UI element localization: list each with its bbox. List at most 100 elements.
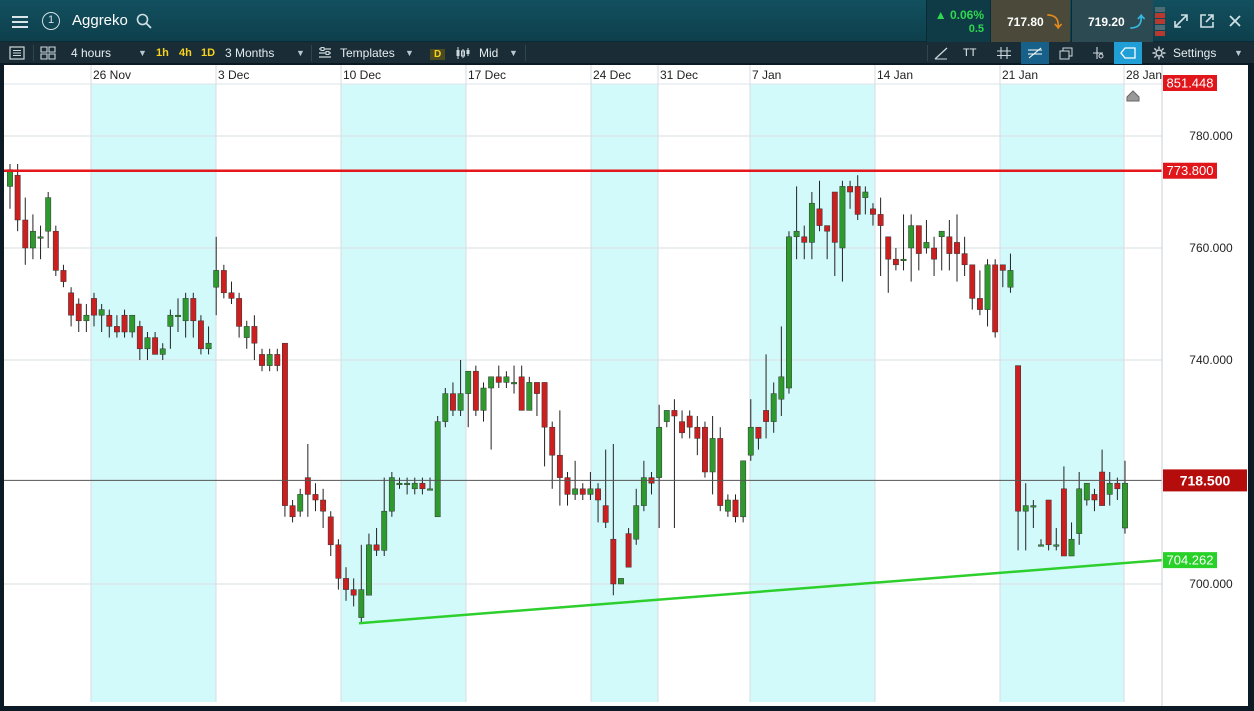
candle-body <box>954 242 960 254</box>
candle-body <box>1022 505 1029 512</box>
candle-body <box>205 342 212 350</box>
text-tool-label: TT <box>963 47 977 59</box>
y-tick-label: 780.000 <box>1189 129 1233 143</box>
buy-arrow-icon: ⤴ <box>1130 14 1146 31</box>
candle-body <box>129 314 136 333</box>
gear-icon[interactable] <box>1152 46 1166 60</box>
candle-body <box>518 376 525 411</box>
candle-body <box>786 236 792 389</box>
instrument-header: 1 Aggreko ▲ 0.06% 0.5 717.80 ⤵ 719.20 ⤴ <box>0 0 1254 42</box>
candle-body <box>1015 365 1022 512</box>
price-type-label: Mid <box>479 46 499 60</box>
x-tick-label: 14 Jan <box>877 68 913 82</box>
candle-body <box>931 247 937 260</box>
price-type-dropdown[interactable]: Mid <box>479 42 498 64</box>
x-tick-label: 3 Dec <box>218 68 249 82</box>
grid-toggle-icon[interactable] <box>996 46 1012 60</box>
candle-body <box>854 186 861 215</box>
candle-body <box>91 298 97 316</box>
footer-strip <box>0 706 1254 711</box>
candle-body <box>182 298 189 322</box>
candle-body <box>136 326 143 350</box>
candle-body <box>770 393 777 422</box>
buy-price-button[interactable]: 719.20 ⤴ <box>1071 0 1153 42</box>
candle-body <box>992 264 999 333</box>
candle-body <box>381 510 388 551</box>
quick-1d-button[interactable]: 1D <box>201 42 215 64</box>
candle-body <box>388 477 395 512</box>
candle-body <box>824 225 831 232</box>
settings-button[interactable]: Settings <box>1173 42 1216 64</box>
candle-body <box>159 348 166 355</box>
candle-body <box>969 264 976 299</box>
drawing-tool-active-button[interactable] <box>1021 42 1049 64</box>
candle-body <box>618 578 624 585</box>
candle-body <box>327 516 334 546</box>
candle-body <box>7 169 13 187</box>
sell-price-button[interactable]: 717.80 ⤵ <box>990 0 1070 42</box>
search-icon[interactable] <box>136 13 152 29</box>
templates-icon[interactable] <box>318 47 332 59</box>
layout-grid-icon[interactable] <box>40 46 56 60</box>
tag-icon <box>1120 47 1136 59</box>
depth-stack-icon[interactable] <box>1155 7 1165 37</box>
expand-icon[interactable] <box>1172 12 1190 30</box>
y-axis-background <box>1162 65 1248 706</box>
instrument-title: Aggreko <box>72 12 128 29</box>
change-percent: ▲ 0.06% <box>934 8 984 22</box>
highlight-band <box>91 84 216 702</box>
price-chart[interactable]: 26 Nov 3 Dec 10 Dec 17 Dec 24 Dec 31 Dec 7 Jan… <box>4 65 1248 706</box>
top-price-tag: 851.448 <box>1167 76 1214 91</box>
candle-body <box>373 544 380 551</box>
d-button[interactable]: D <box>430 46 446 60</box>
candlestick-chart-svg[interactable]: 26 Nov 3 Dec 10 Dec 17 Dec 24 Dec 31 Dec 7 Jan… <box>4 65 1248 706</box>
popout-icon[interactable] <box>1198 12 1216 30</box>
close-icon[interactable] <box>1226 12 1244 30</box>
week-highlight-bands <box>91 84 1124 702</box>
candle-body <box>503 376 510 383</box>
candle-body <box>1030 505 1037 508</box>
candle-body <box>610 538 617 585</box>
candle-body <box>450 393 456 411</box>
candle-body <box>793 230 800 238</box>
range-dropdown[interactable]: 3 Months <box>225 42 274 64</box>
templates-dropdown[interactable]: Templates <box>340 42 395 64</box>
resistance-price-tag: 773.800 <box>1167 163 1214 178</box>
list-icon[interactable] <box>9 46 25 60</box>
line-draw-icon[interactable] <box>933 46 949 60</box>
candle-body <box>472 370 479 411</box>
candle-body <box>549 426 556 456</box>
price-type-caret-icon[interactable]: ▼ <box>509 42 518 64</box>
settings-caret-icon[interactable]: ▼ <box>1234 42 1243 64</box>
candle-body <box>22 219 29 249</box>
change-absolute: 0.5 <box>968 23 984 35</box>
templates-caret-icon[interactable]: ▼ <box>405 42 414 64</box>
candle-body <box>801 236 808 243</box>
quick-4h-button[interactable]: 4h <box>179 42 192 64</box>
crosshair-icon[interactable] <box>1090 46 1106 60</box>
candle-body <box>892 258 899 266</box>
quick-1h-button[interactable]: 1h <box>156 42 169 64</box>
interval-caret-icon[interactable]: ▼ <box>138 42 147 64</box>
layers-icon[interactable] <box>1058 46 1074 60</box>
candle-body <box>1083 482 1090 501</box>
tag-tool-button[interactable] <box>1114 42 1142 64</box>
candle-body <box>1106 482 1113 495</box>
candles-icon[interactable] <box>455 46 471 60</box>
candle-body <box>915 225 922 254</box>
support-price-tag: 704.262 <box>1167 553 1214 568</box>
candle-body <box>1076 488 1083 534</box>
candle-body <box>808 202 815 243</box>
interval-dropdown[interactable]: 4 hours <box>71 42 111 64</box>
hamburger-menu-icon[interactable] <box>6 8 34 36</box>
buy-price: 719.20 <box>1088 15 1125 29</box>
window-number-badge[interactable]: 1 <box>42 12 60 30</box>
text-tool-button[interactable]: TT <box>963 42 976 64</box>
candle-body <box>625 533 632 568</box>
price-change-box: ▲ 0.06% 0.5 <box>926 0 990 42</box>
candle-body <box>877 214 884 226</box>
candle-body <box>778 376 785 400</box>
range-caret-icon[interactable]: ▼ <box>296 42 305 64</box>
candle-body <box>411 482 418 490</box>
candle-body <box>908 225 915 249</box>
